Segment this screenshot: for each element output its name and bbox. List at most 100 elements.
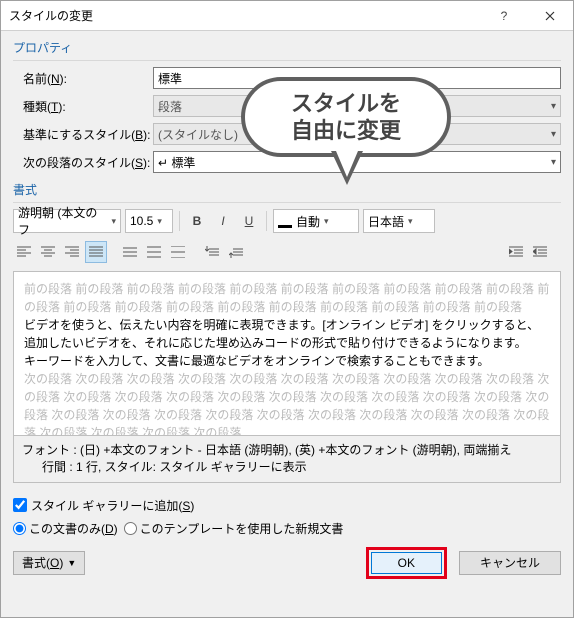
preview-line-3: キーワードを入力して、文書に最適なビデオをオンラインで検索することもできます。 (24, 352, 550, 370)
align-justify-icon (89, 246, 103, 258)
preview-pane: 前の段落 前の段落 前の段落 前の段落 前の段落 前の段落 前の段落 前の段落 … (13, 271, 561, 436)
align-justify-button[interactable] (85, 241, 107, 263)
bold-icon: B (193, 214, 202, 228)
preview-line-1: ビデオを使うと、伝えたい内容を明確に表現できます。[オンライン ビデオ] をクリ… (24, 316, 550, 334)
desc-line-2: 行間 : 1 行, スタイル: スタイル ギャラリーに表示 (22, 459, 552, 476)
next-value: ↵ 標準 (158, 154, 195, 171)
chevron-down-icon: ▾ (551, 129, 556, 140)
spacing-1-button[interactable] (119, 241, 141, 263)
cancel-label: キャンセル (480, 554, 540, 571)
lang-value: 日本語 (368, 213, 404, 230)
para-space-icon (229, 246, 243, 258)
preview-line-2: 追加したいビデオを、それに応じた埋め込みコードの形式で貼り付けできるようになりま… (24, 334, 550, 352)
name-label: 名前(N): (13, 70, 153, 87)
chevron-down-icon: ▼ (67, 558, 76, 568)
format-toolbar-2 (13, 241, 561, 263)
line-spacing-icon (147, 246, 161, 258)
ok-button[interactable]: OK (371, 552, 442, 574)
indent-decrease-icon (509, 246, 523, 258)
dialog-title: スタイルの変更 (9, 7, 481, 24)
type-label: 種類(T): (13, 98, 153, 115)
row-based: 基準にするスタイル(B): (スタイルなし) ▾ (13, 123, 561, 145)
line-spacing-icon (123, 246, 137, 258)
gallery-label: スタイル ギャラリーに追加(S) (31, 497, 194, 514)
preview-ghost-before: 前の段落 前の段落 前の段落 前の段落 前の段落 前の段落 前の段落 前の段落 … (24, 280, 550, 316)
style-description: フォント : (日) +本文のフォント - 日本語 (游明朝), (英) +本文… (13, 436, 561, 483)
row-next: 次の段落のスタイル(S): ↵ 標準 ▾ (13, 151, 561, 173)
bold-button[interactable]: B (186, 210, 208, 232)
desc-line-1: フォント : (日) +本文のフォント - 日本語 (游明朝), (英) +本文… (22, 442, 552, 459)
thisdoc-radio-label[interactable]: この文書のみ(D) (13, 520, 118, 537)
size-value: 10.5 (130, 214, 153, 228)
next-label: 次の段落のスタイル(S): (13, 154, 153, 171)
lang-combo[interactable]: 日本語 ▾ (363, 209, 435, 233)
align-right-button[interactable] (61, 241, 83, 263)
spacing-15-button[interactable] (143, 241, 165, 263)
size-combo[interactable]: 10.5 ▾ (125, 209, 173, 233)
thisdoc-text: この文書のみ(D) (29, 520, 118, 537)
close-icon (545, 11, 555, 21)
bottom-buttons: 書式(O) ▼ OK キャンセル (13, 547, 561, 579)
chevron-down-icon: ▾ (551, 157, 556, 168)
scope-radio-row: この文書のみ(D) このテンプレートを使用した新規文書 (13, 520, 561, 537)
chevron-down-icon: ▾ (408, 216, 413, 227)
question-icon: ? (501, 9, 508, 23)
format-menu-label: 書式(O) (22, 554, 63, 571)
underline-button[interactable]: U (238, 210, 260, 232)
spacing-2-button[interactable] (167, 241, 189, 263)
row-type: 種類(T): 段落 ▾ (13, 95, 561, 117)
gallery-checkbox-row: スタイル ギャラリーに追加(S) (13, 497, 561, 514)
type-value: 段落 (158, 98, 182, 115)
next-combo[interactable]: ↵ 標準 ▾ (153, 151, 561, 173)
space-before-dec-button[interactable] (225, 241, 247, 263)
chevron-down-icon: ▾ (324, 216, 329, 227)
align-left-icon (17, 246, 31, 258)
type-combo[interactable]: 段落 ▾ (153, 95, 561, 117)
align-center-icon (41, 246, 55, 258)
format-toolbar-1: 游明朝 (本文のフ▾ 10.5 ▾ B I U 自動 ▾ 日本語 ▾ (13, 209, 561, 233)
format-menu-button[interactable]: 書式(O) ▼ (13, 551, 85, 575)
color-value: 自動 (296, 213, 320, 230)
based-value: (スタイルなし) (158, 126, 238, 143)
properties-group-label: プロパティ (13, 37, 561, 61)
based-combo[interactable]: (スタイルなし) ▾ (153, 123, 561, 145)
font-combo[interactable]: 游明朝 (本文のフ▾ (13, 209, 121, 233)
titlebar: スタイルの変更 ? (1, 1, 573, 31)
chevron-down-icon: ▾ (111, 216, 116, 227)
thisdoc-radio[interactable] (13, 522, 26, 535)
indent-increase-icon (533, 246, 547, 258)
template-radio[interactable] (124, 522, 137, 535)
para-space-icon (205, 246, 219, 258)
align-right-icon (65, 246, 79, 258)
chevron-down-icon: ▾ (551, 101, 556, 112)
space-before-inc-button[interactable] (201, 241, 223, 263)
font-value: 游明朝 (本文のフ (18, 204, 107, 238)
ok-label: OK (398, 556, 415, 570)
template-radio-label[interactable]: このテンプレートを使用した新規文書 (124, 520, 344, 537)
gallery-checkbox[interactable] (13, 498, 27, 512)
based-label: 基準にするスタイル(B): (13, 126, 153, 143)
italic-button[interactable]: I (212, 210, 234, 232)
chevron-down-icon: ▾ (157, 216, 162, 227)
color-combo[interactable]: 自動 ▾ (273, 209, 359, 233)
ok-highlight: OK (366, 547, 447, 579)
align-left-button[interactable] (13, 241, 35, 263)
help-button[interactable]: ? (481, 1, 527, 31)
dialog: スタイルの変更 ? プロパティ 名前(N): 種類(T): 段落 ▾ 基準にする… (0, 0, 574, 618)
format-group-label: 書式 (13, 179, 561, 203)
row-name: 名前(N): (13, 67, 561, 89)
italic-icon: I (221, 214, 224, 228)
align-center-button[interactable] (37, 241, 59, 263)
indent-inc-button[interactable] (529, 241, 551, 263)
close-button[interactable] (527, 1, 573, 31)
name-input[interactable] (153, 67, 561, 89)
underline-icon: U (245, 214, 254, 228)
separator (179, 211, 180, 231)
separator (266, 211, 267, 231)
line-spacing-icon (171, 246, 185, 258)
indent-dec-button[interactable] (505, 241, 527, 263)
preview-ghost-after: 次の段落 次の段落 次の段落 次の段落 次の段落 次の段落 次の段落 次の段落 … (24, 370, 550, 436)
color-swatch-icon (278, 225, 292, 228)
cancel-button[interactable]: キャンセル (459, 551, 561, 575)
dialog-body: プロパティ 名前(N): 種類(T): 段落 ▾ 基準にするスタイル(B): (… (1, 31, 573, 617)
